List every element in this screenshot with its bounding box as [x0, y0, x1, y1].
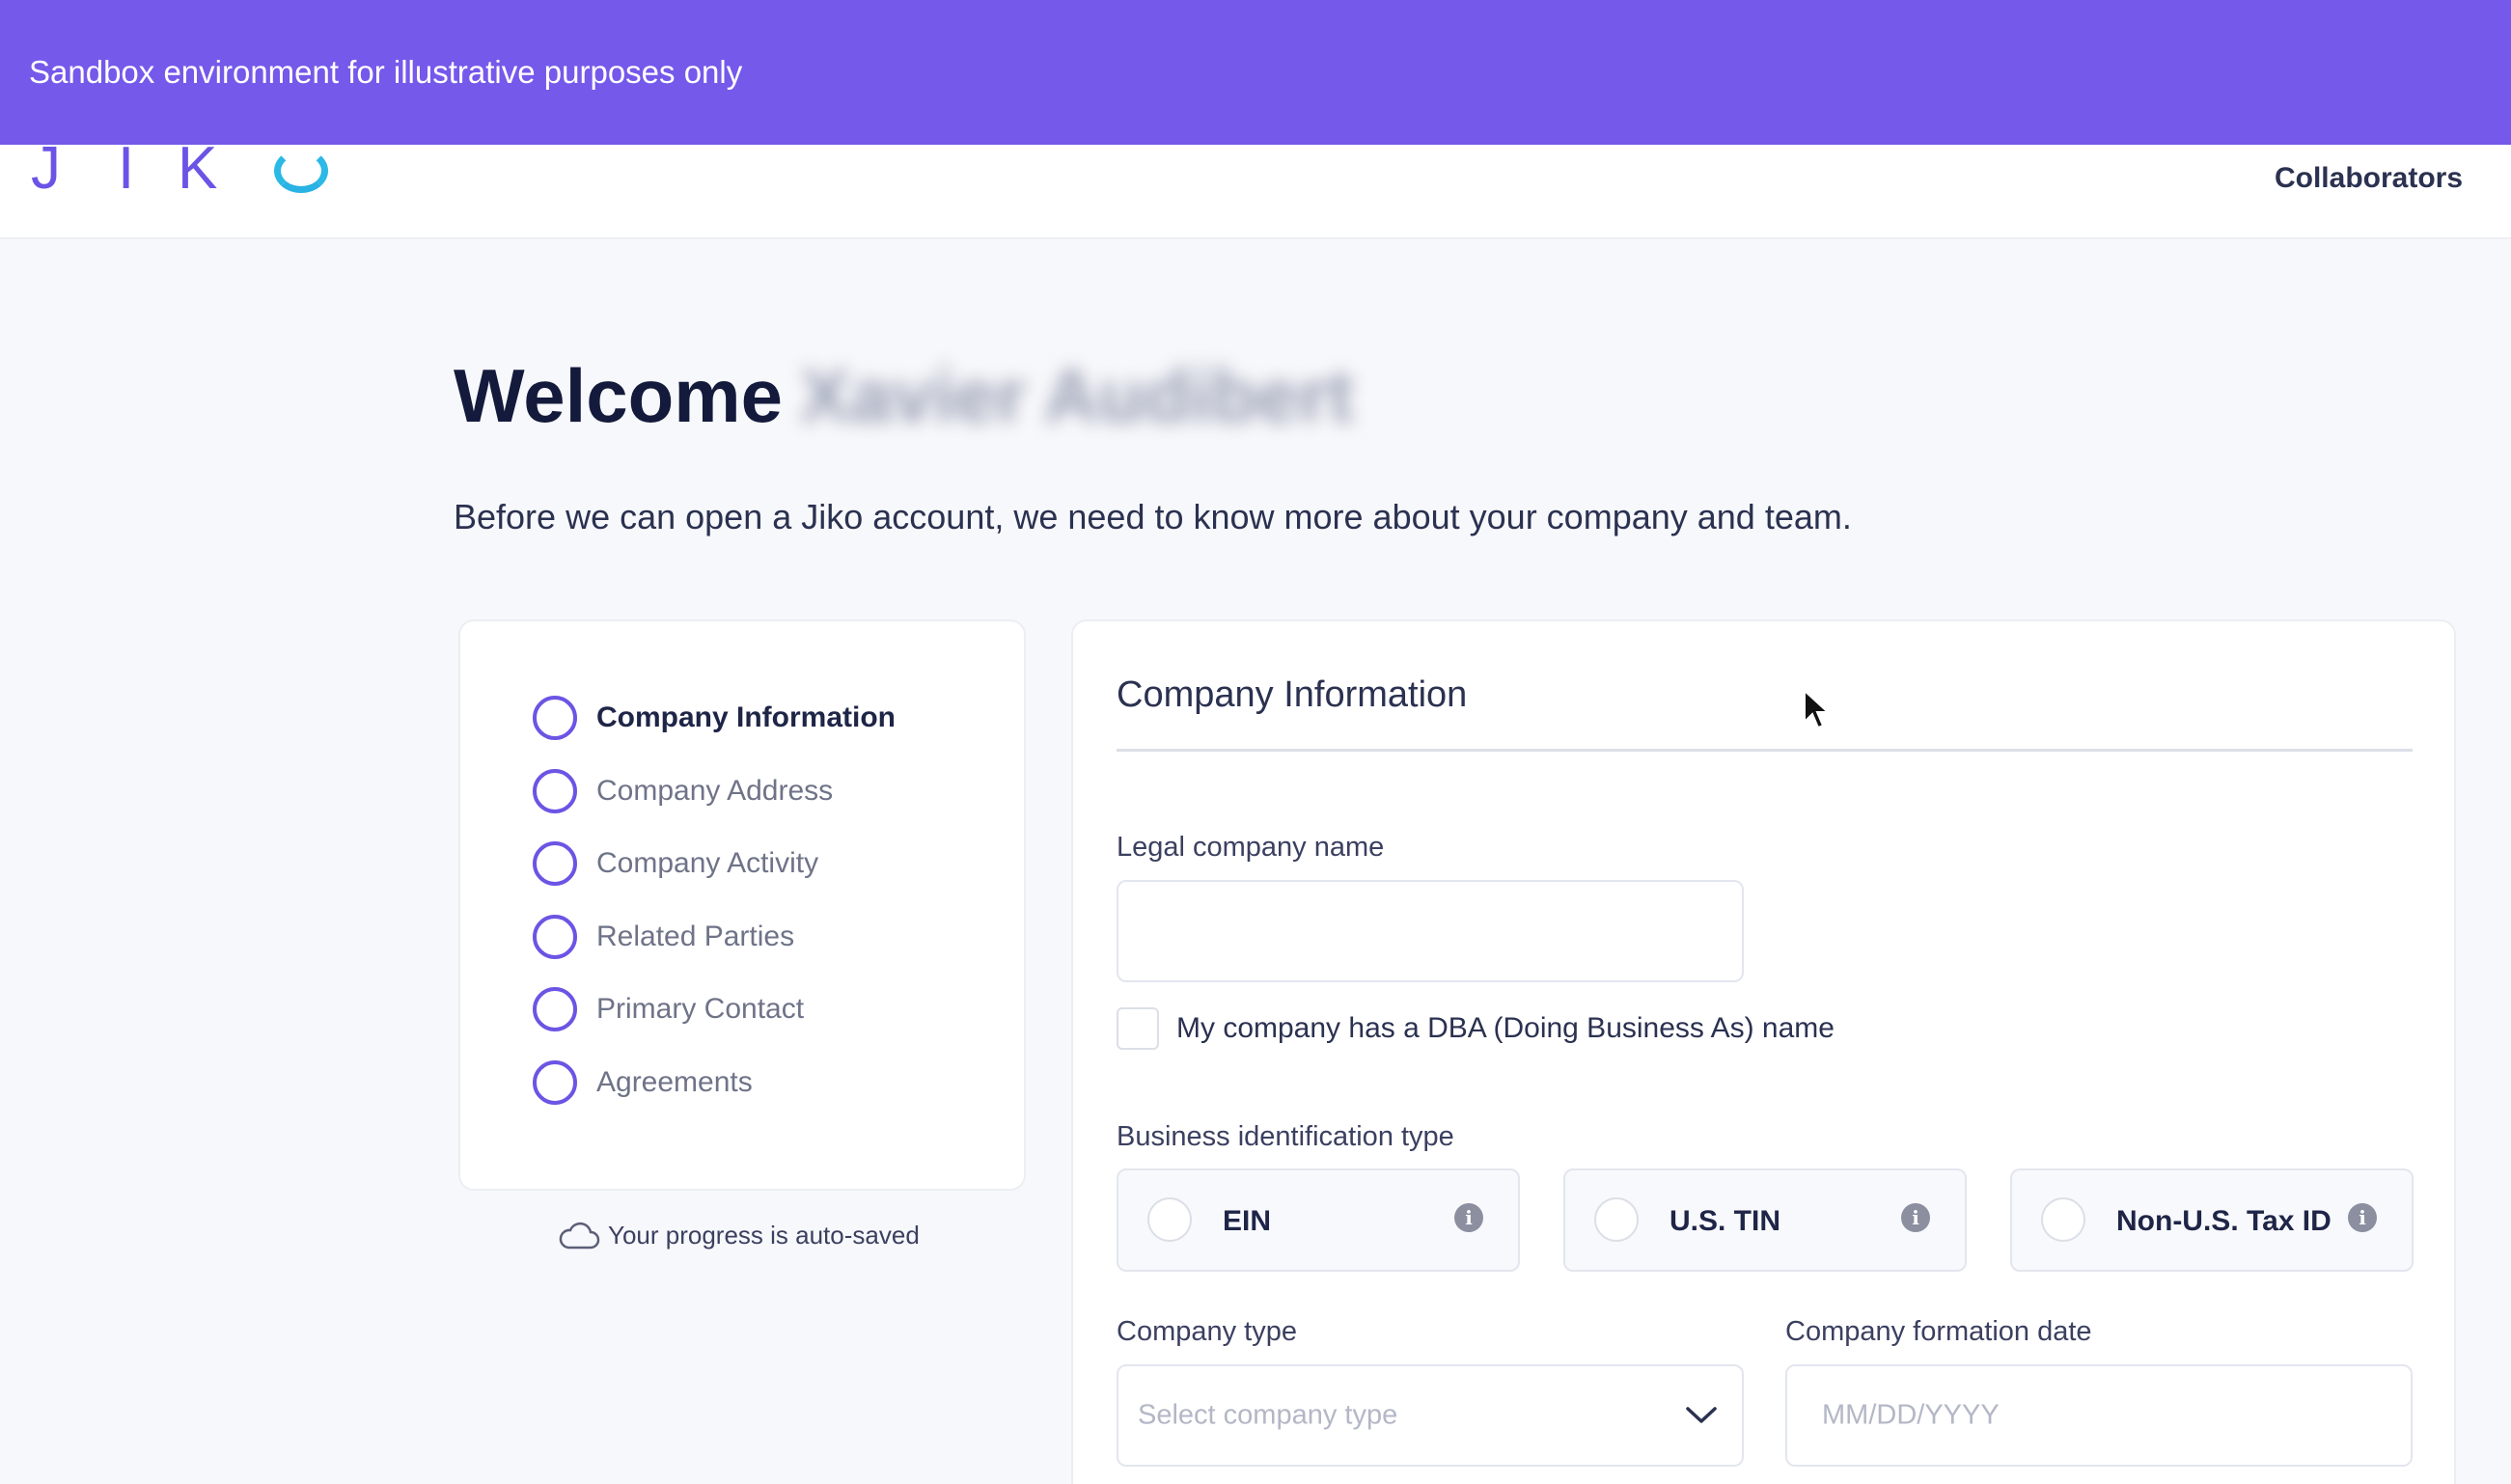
mouse-cursor — [1804, 689, 1831, 729]
info-icon[interactable]: i — [2348, 1203, 2377, 1232]
step-status-circle-icon — [533, 769, 577, 813]
formation-date-placeholder: MM/DD/YYYY — [1822, 1399, 2000, 1431]
step-status-circle-icon — [533, 987, 577, 1031]
autosave-note: Your progress is auto-saved — [558, 1221, 920, 1250]
sandbox-banner-text: Sandbox environment for illustrative pur… — [29, 54, 743, 90]
logo-letter-k: K — [178, 135, 218, 202]
info-icon[interactable]: i — [1901, 1203, 1930, 1232]
step-status-circle-icon — [533, 915, 577, 959]
step-label: Company Information — [596, 701, 897, 733]
company-type-placeholder: Select company type — [1138, 1399, 1398, 1431]
formation-date-label: Company formation date — [1785, 1316, 2092, 1347]
radio-option-us-tin[interactable]: U.S. TIN i — [1563, 1168, 1967, 1272]
step-label: Company Activity — [596, 847, 819, 879]
onboarding-steps-card: Company Information Company Address Comp… — [458, 619, 1026, 1191]
logo-letter-j: J — [31, 135, 61, 202]
logo-letter-i: I — [118, 135, 135, 202]
step-company-activity[interactable]: Company Activity — [533, 839, 818, 888]
chevron-down-icon — [1686, 1407, 1717, 1423]
dba-checkbox-label[interactable]: My company has a DBA (Doing Business As)… — [1176, 1012, 1835, 1045]
user-name-redacted: Xavier Audibert — [800, 353, 1354, 438]
page-title: Welcome Xavier Audibert — [454, 352, 1354, 440]
company-information-form: Company Information Legal company name M… — [1071, 619, 2456, 1484]
intro-text: Before we can open a Jiko account, we ne… — [454, 497, 1852, 536]
formation-date-input[interactable]: MM/DD/YYYY — [1785, 1364, 2413, 1467]
radio-label: EIN — [1223, 1205, 1272, 1237]
step-related-parties[interactable]: Related Parties — [533, 913, 794, 961]
cloud-icon — [559, 1222, 600, 1249]
form-divider — [1117, 749, 2413, 752]
logo-o-mark — [274, 149, 328, 193]
step-primary-contact[interactable]: Primary Contact — [533, 985, 804, 1033]
form-title: Company Information — [1117, 674, 1468, 715]
legal-name-input[interactable] — [1117, 880, 1744, 982]
radio-button[interactable] — [2041, 1197, 2085, 1242]
company-type-select[interactable]: Select company type — [1117, 1364, 1744, 1467]
jiko-logo[interactable]: J I K — [31, 137, 340, 201]
sandbox-banner: Sandbox environment for illustrative pur… — [0, 0, 2511, 145]
step-agreements[interactable]: Agreements — [533, 1058, 753, 1107]
radio-label: U.S. TIN — [1669, 1205, 1781, 1237]
radio-option-non-us-tax-id[interactable]: Non-U.S. Tax ID i — [2010, 1168, 2414, 1272]
dba-checkbox[interactable] — [1117, 1007, 1159, 1050]
welcome-greeting: Welcome — [454, 353, 784, 438]
step-label: Primary Contact — [596, 993, 805, 1025]
step-label: Related Parties — [596, 921, 795, 952]
autosave-text: Your progress is auto-saved — [608, 1221, 920, 1250]
company-type-label: Company type — [1117, 1316, 1297, 1347]
radio-button[interactable] — [1147, 1197, 1192, 1242]
radio-option-ein[interactable]: EIN i — [1117, 1168, 1520, 1272]
top-navbar: J I K Collaborators — [0, 137, 2511, 239]
collaborators-link[interactable]: Collaborators — [2275, 162, 2463, 195]
business-id-label: Business identification type — [1117, 1121, 1454, 1152]
info-icon[interactable]: i — [1454, 1203, 1483, 1232]
step-label: Agreements — [596, 1066, 753, 1098]
legal-name-label: Legal company name — [1117, 832, 1385, 863]
step-company-information[interactable]: Company Information — [533, 694, 896, 742]
step-company-address[interactable]: Company Address — [533, 767, 833, 815]
step-label: Company Address — [596, 775, 834, 807]
step-status-circle-icon — [533, 696, 577, 740]
radio-label: Non-U.S. Tax ID — [2116, 1205, 2332, 1237]
radio-button[interactable] — [1594, 1197, 1639, 1242]
step-status-circle-icon — [533, 841, 577, 886]
step-status-circle-icon — [533, 1060, 577, 1105]
